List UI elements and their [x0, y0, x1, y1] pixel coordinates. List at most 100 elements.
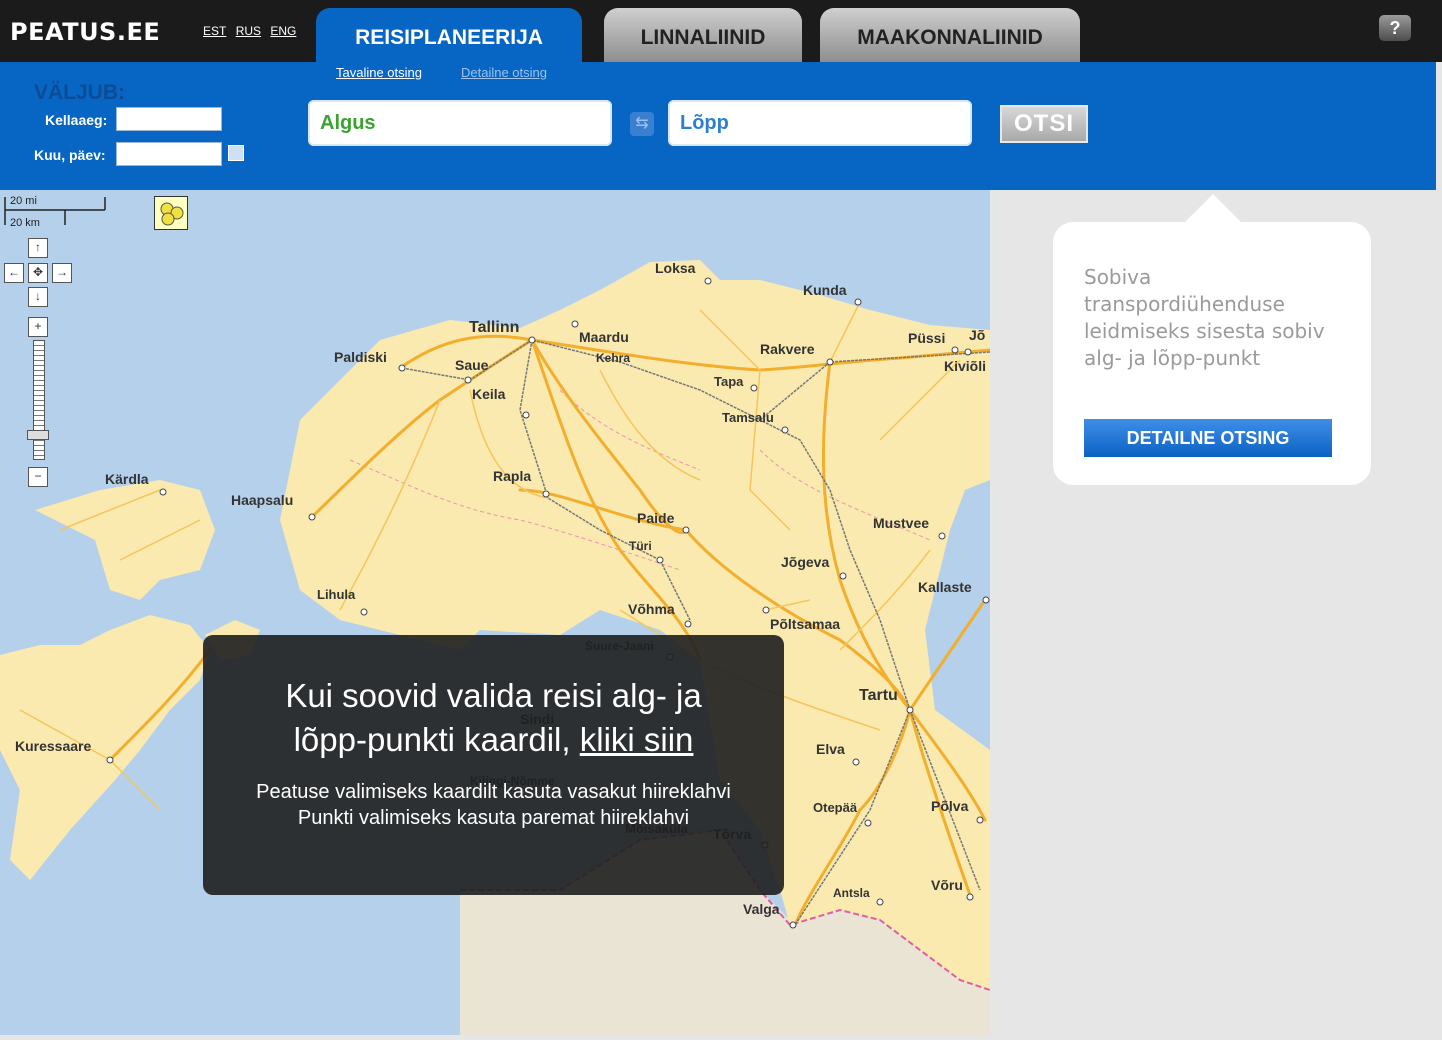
city-marker[interactable]: [684, 620, 692, 628]
city-label: Keila: [472, 386, 506, 402]
start-input[interactable]: Algus: [308, 100, 612, 146]
city-marker[interactable]: [852, 758, 860, 766]
date-label: Kuu, päev:: [34, 147, 106, 163]
city-label: Rapla: [493, 468, 531, 484]
date-input[interactable]: [116, 142, 222, 166]
tab-linnaliinid[interactable]: LINNALIINID: [604, 8, 802, 62]
calendar-icon[interactable]: [228, 145, 244, 161]
city-marker[interactable]: [656, 556, 664, 564]
help-button[interactable]: ?: [1379, 15, 1411, 41]
zoom-out-icon[interactable]: −: [28, 467, 48, 487]
overlay-hint-right: Punkti valimiseks kasuta paremat hiirekl…: [297, 807, 690, 829]
city-label: Tamsalu: [722, 410, 774, 425]
subtab-detailed-search[interactable]: Detailne otsing: [461, 65, 547, 80]
city-label: Otepää: [813, 800, 858, 815]
tab-maakonnaliinid[interactable]: MAAKONNALIINID: [820, 8, 1080, 62]
search-button[interactable]: OTSI: [1000, 105, 1088, 143]
city-marker[interactable]: [938, 532, 946, 540]
city-label: Lihula: [317, 587, 356, 602]
city-marker[interactable]: [951, 346, 959, 354]
city-label: Elva: [816, 741, 845, 757]
layer-icon[interactable]: [154, 196, 188, 230]
city-marker[interactable]: [308, 513, 316, 521]
city-marker[interactable]: [106, 756, 114, 764]
city-marker[interactable]: [360, 608, 368, 616]
city-marker[interactable]: [704, 277, 712, 285]
info-bubble: Sobiva transpordiühenduse leidmiseks sis…: [1053, 222, 1371, 485]
city-label: Põltsamaa: [770, 616, 840, 632]
overlay-line2-text: lõpp-punkti kaardil,: [293, 721, 571, 758]
zoom-in-icon[interactable]: +: [28, 317, 48, 337]
lang-est[interactable]: EST: [203, 24, 226, 38]
city-label: Püssi: [908, 330, 945, 346]
city-label: Haapsalu: [231, 492, 293, 508]
city-label: Jõ: [969, 327, 985, 343]
city-label: Kuressaare: [15, 738, 91, 754]
city-marker[interactable]: [522, 411, 530, 419]
overlay-line1: Kui soovid valida reisi alg- ja: [285, 677, 702, 714]
swap-icon[interactable]: ⇆: [630, 112, 654, 136]
city-marker[interactable]: [854, 298, 862, 306]
city-marker[interactable]: [964, 348, 972, 356]
search-panel: Tavaline otsing Detailne otsing VÄLJUB: …: [0, 62, 1436, 190]
city-marker[interactable]: [982, 596, 990, 604]
city-label: Kiviõli: [944, 358, 986, 374]
city-marker[interactable]: [826, 358, 834, 366]
city-label: Paide: [637, 510, 675, 526]
city-label: Tapa: [714, 374, 744, 389]
city-marker[interactable]: [571, 320, 579, 328]
city-marker[interactable]: [762, 606, 770, 614]
city-label: Valga: [743, 901, 780, 917]
city-label: Kehra: [596, 351, 630, 365]
departs-label: VÄLJUB:: [34, 81, 126, 104]
click-here-link[interactable]: kliki siin: [580, 721, 694, 758]
city-marker[interactable]: [789, 921, 797, 929]
city-label: Mustvee: [873, 515, 929, 531]
city-marker[interactable]: [876, 898, 884, 906]
city-marker[interactable]: [528, 336, 536, 344]
tab-reisiplaneerija[interactable]: REISIPLANEERIJA: [316, 8, 582, 62]
scale-km: 20 km: [10, 217, 40, 229]
time-label: Kellaaeg:: [45, 112, 108, 128]
city-marker[interactable]: [839, 572, 847, 580]
pan-center-icon[interactable]: ✥: [28, 263, 48, 283]
city-marker[interactable]: [542, 490, 550, 498]
city-label: Jõgeva: [781, 554, 829, 570]
city-marker[interactable]: [398, 364, 406, 372]
city-marker[interactable]: [159, 488, 167, 496]
pan-up-icon[interactable]: ↑: [28, 238, 48, 258]
city-marker[interactable]: [906, 706, 914, 714]
city-marker[interactable]: [682, 526, 690, 534]
lang-eng[interactable]: ENG: [270, 24, 296, 38]
subtab-regular-search[interactable]: Tavaline otsing: [336, 65, 422, 80]
city-label: Loksa: [655, 260, 696, 276]
pan-right-icon[interactable]: →: [52, 263, 72, 283]
city-marker[interactable]: [750, 384, 758, 392]
zoom-slider[interactable]: [33, 340, 45, 460]
city-marker[interactable]: [864, 819, 872, 827]
top-bar: PEATUS.EE EST RUS ENG REISIPLANEERIJA LI…: [0, 0, 1442, 62]
city-marker[interactable]: [966, 893, 974, 901]
lang-rus[interactable]: RUS: [236, 24, 261, 38]
pan-left-icon[interactable]: ←: [4, 263, 24, 283]
time-input[interactable]: [116, 107, 222, 131]
city-label: Kallaste: [918, 579, 972, 595]
overlay-line2: lõpp-punkti kaardil, kliki siin: [203, 721, 784, 759]
city-label: Saue: [455, 357, 489, 373]
zoom-slider-handle[interactable]: [27, 430, 49, 440]
site-logo[interactable]: PEATUS.EE: [10, 18, 160, 46]
end-input[interactable]: Lõpp: [668, 100, 972, 146]
city-label: Kärdla: [105, 471, 149, 487]
map-hint-overlay[interactable]: Kui soovid valida reisi alg- ja lõpp-pun…: [203, 635, 784, 895]
city-marker[interactable]: [976, 816, 984, 824]
map[interactable]: 20 mi 20 km Loksa Kunda Tallinn Maardu Rakve…: [0, 190, 990, 1035]
city-marker[interactable]: [464, 376, 472, 384]
city-marker[interactable]: [781, 426, 789, 434]
detailed-search-button[interactable]: DETAILNE OTSING: [1084, 419, 1332, 457]
scale-miles: 20 mi: [10, 195, 37, 207]
pan-down-icon[interactable]: ↓: [28, 287, 48, 307]
city-label: Võhma: [628, 601, 675, 617]
language-switcher: EST RUS ENG: [203, 24, 302, 38]
info-text: Sobiva transpordiühenduse leidmiseks sis…: [1084, 265, 1325, 370]
map-canvas[interactable]: 20 mi 20 km Loksa Kunda Tallinn Maardu Rakve…: [0, 190, 990, 1035]
